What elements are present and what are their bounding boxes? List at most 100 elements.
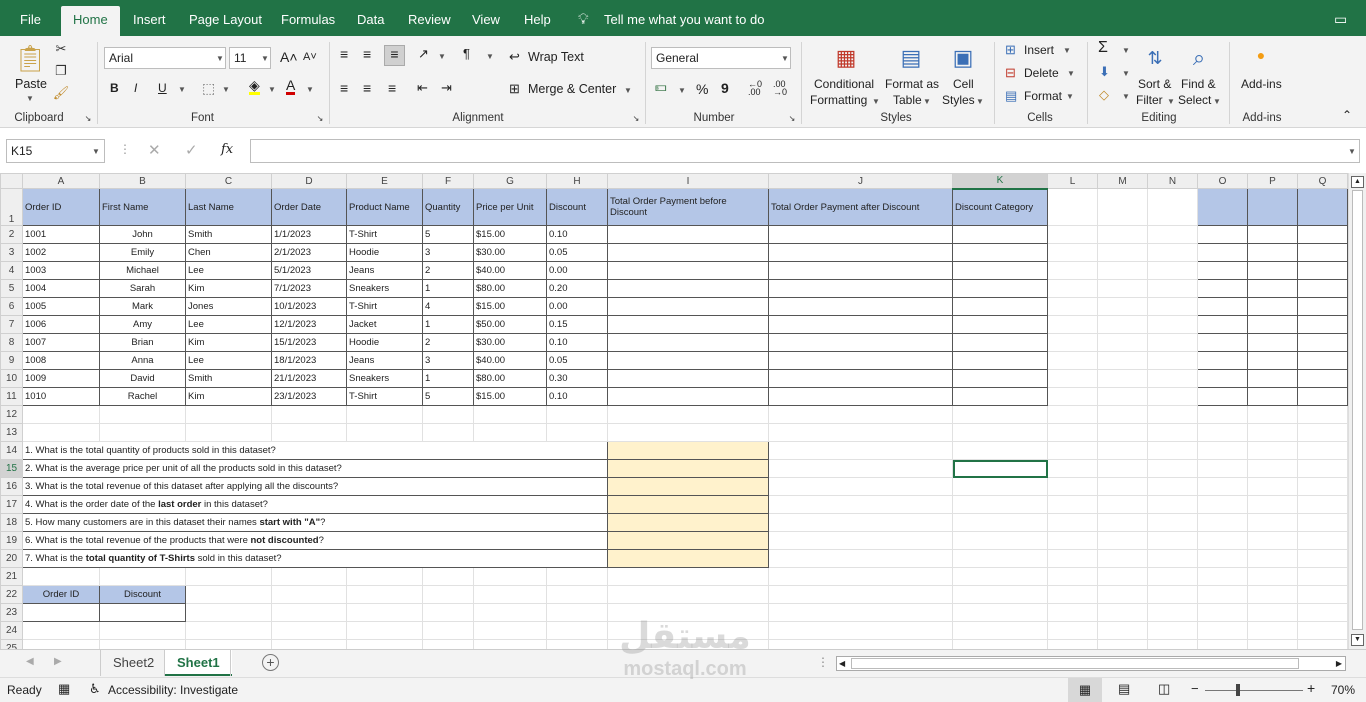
cell[interactable]	[768, 297, 953, 316]
cell[interactable]	[99, 423, 186, 442]
selected-cell[interactable]	[952, 459, 1048, 478]
cell[interactable]	[1047, 188, 1098, 226]
cell[interactable]	[22, 621, 100, 640]
prev-sheet-icon[interactable]: ◀	[26, 656, 34, 667]
column-header-b[interactable]: B	[99, 173, 186, 189]
cell[interactable]	[768, 441, 953, 460]
zoom-slider-thumb[interactable]	[1236, 684, 1240, 696]
percent-button[interactable]: %	[696, 81, 708, 97]
row-header[interactable]: 4	[0, 261, 23, 280]
cell[interactable]	[346, 621, 423, 640]
cell[interactable]	[952, 639, 1048, 649]
autosum-icon[interactable]: Σ	[1098, 39, 1108, 57]
cell[interactable]	[1197, 639, 1248, 649]
data-cell[interactable]: 5/1/2023	[271, 261, 347, 280]
cell[interactable]	[1147, 495, 1198, 514]
select-all-corner[interactable]	[0, 173, 23, 189]
question-cell[interactable]: 7. What is the total quantity of T-Shirt…	[22, 549, 608, 568]
row-header[interactable]: 13	[0, 423, 23, 442]
cell[interactable]	[768, 495, 953, 514]
data-cell[interactable]: Emily	[99, 243, 186, 262]
tab-review[interactable]: Review	[408, 0, 451, 36]
data-cell[interactable]: 4	[422, 297, 474, 316]
cell[interactable]	[1247, 531, 1298, 550]
data-cell[interactable]: 1009	[22, 369, 100, 388]
accessibility-icon[interactable]: ♿︎	[89, 681, 101, 697]
scroll-right-icon[interactable]: ▶	[1336, 657, 1342, 670]
cell[interactable]	[185, 405, 272, 424]
vertical-scrollbar[interactable]: ▲ ▼	[1348, 173, 1366, 649]
cell[interactable]	[473, 405, 547, 424]
cell[interactable]	[1247, 333, 1298, 352]
row-header[interactable]: 23	[0, 603, 23, 622]
cell[interactable]	[1297, 279, 1348, 298]
data-cell[interactable]: 5	[422, 387, 474, 406]
row-header[interactable]: 22	[0, 585, 23, 604]
cell[interactable]	[271, 405, 347, 424]
decrease-indent-icon[interactable]: ⇤	[417, 80, 428, 96]
cell[interactable]	[1147, 405, 1198, 424]
cell[interactable]	[1097, 188, 1148, 226]
tab-home[interactable]: Home	[61, 6, 120, 36]
column-header-l[interactable]: L	[1047, 173, 1098, 189]
column-header-p[interactable]: P	[1247, 173, 1298, 189]
cell[interactable]	[768, 423, 953, 442]
cell[interactable]	[607, 333, 769, 352]
tab-page-layout[interactable]: Page Layout	[189, 0, 262, 36]
cell[interactable]	[1297, 351, 1348, 370]
cell[interactable]	[1297, 261, 1348, 280]
cell[interactable]	[473, 603, 547, 622]
cell[interactable]	[607, 243, 769, 262]
cell[interactable]	[607, 567, 769, 586]
column-header-n[interactable]: N	[1147, 173, 1198, 189]
sort-filter-button-2[interactable]: Filter	[1136, 93, 1163, 107]
cell[interactable]	[422, 405, 474, 424]
data-cell[interactable]: 18/1/2023	[271, 351, 347, 370]
cell[interactable]	[1097, 333, 1148, 352]
cell[interactable]	[1247, 315, 1298, 334]
cell[interactable]	[1247, 639, 1298, 649]
zoom-out-icon[interactable]: −	[1191, 681, 1199, 696]
row-header[interactable]: 11	[0, 387, 23, 406]
cell[interactable]	[952, 567, 1048, 586]
data-cell[interactable]: $40.00	[473, 351, 547, 370]
cell[interactable]	[1147, 188, 1198, 226]
underline-button[interactable]: U	[158, 81, 167, 95]
scroll-down-icon[interactable]: ▼	[1351, 634, 1364, 646]
cell[interactable]	[1197, 549, 1248, 568]
row-header[interactable]: 6	[0, 297, 23, 316]
data-cell[interactable]: Brian	[99, 333, 186, 352]
cell[interactable]	[1297, 495, 1348, 514]
cell[interactable]	[271, 621, 347, 640]
row-header[interactable]: 19	[0, 531, 23, 550]
cell[interactable]	[1147, 441, 1198, 460]
data-cell[interactable]: 2	[422, 261, 474, 280]
cell[interactable]	[1197, 261, 1248, 280]
lookup-header-cell[interactable]: Discount	[99, 585, 186, 604]
cell[interactable]	[1097, 459, 1148, 478]
cell[interactable]	[952, 297, 1048, 316]
cell[interactable]	[1247, 297, 1298, 316]
cell[interactable]	[952, 261, 1048, 280]
row-header[interactable]: 16	[0, 477, 23, 496]
cell[interactable]	[1047, 513, 1098, 532]
cell[interactable]	[1197, 405, 1248, 424]
data-cell[interactable]: 3	[422, 243, 474, 262]
cell[interactable]	[1197, 279, 1248, 298]
cell[interactable]	[768, 459, 953, 478]
cell[interactable]	[1297, 243, 1348, 262]
column-header-e[interactable]: E	[346, 173, 423, 189]
row-header[interactable]: 24	[0, 621, 23, 640]
data-cell[interactable]: 1002	[22, 243, 100, 262]
data-cell[interactable]: $30.00	[473, 243, 547, 262]
cell[interactable]	[1097, 549, 1148, 568]
enter-icon[interactable]: ✓	[185, 141, 198, 159]
cell[interactable]	[1047, 585, 1098, 604]
cell[interactable]	[1097, 279, 1148, 298]
data-cell[interactable]: Kim	[185, 279, 272, 298]
data-cell[interactable]: $15.00	[473, 387, 547, 406]
cell[interactable]	[1147, 423, 1198, 442]
column-title-cell[interactable]: First Name	[99, 188, 186, 226]
sheet-tab-sheet1[interactable]: Sheet1	[165, 650, 232, 676]
dialog-launcher-icon[interactable]: ↘	[315, 113, 325, 123]
